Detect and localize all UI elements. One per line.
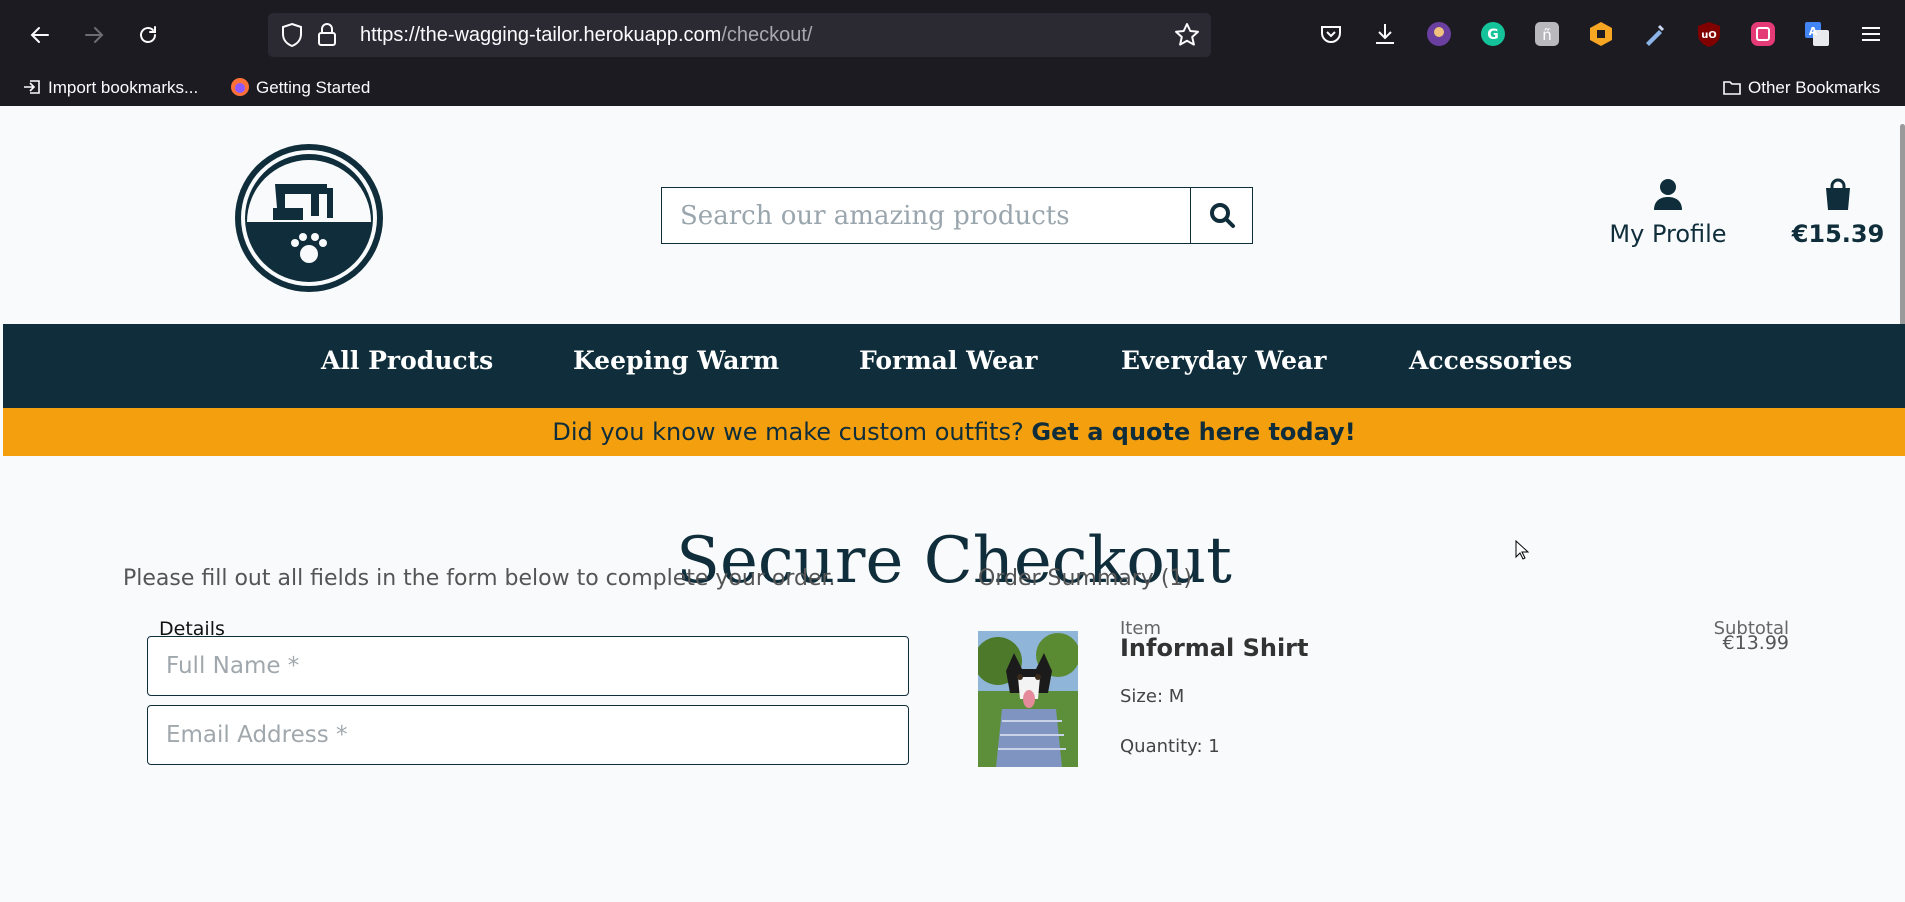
url-path: /checkout/	[721, 24, 813, 46]
quote-link[interactable]: Get a quote here today!	[1031, 418, 1355, 446]
search-button[interactable]	[1190, 188, 1252, 243]
svg-text:ñ: ñ	[1542, 26, 1552, 44]
full-name-input[interactable]	[148, 637, 908, 695]
arrow-left-icon	[30, 27, 49, 43]
product-search	[661, 187, 1253, 244]
forward-button[interactable]	[76, 17, 112, 53]
banner-text: Did you know we make custom outfits?	[552, 418, 1024, 446]
download-icon[interactable]	[1371, 20, 1399, 48]
grammarly-icon[interactable]: G	[1479, 20, 1507, 48]
mouse-cursor-icon	[1515, 540, 1529, 560]
pocket-icon[interactable]	[1317, 20, 1345, 48]
address-bar[interactable]: https://the-wagging-tailor.herokuapp.com…	[268, 13, 1211, 57]
custom-outfits-banner: Did you know we make custom outfits? Get…	[3, 408, 1905, 456]
product-size: Size: M	[1120, 686, 1185, 707]
product-thumbnail	[978, 631, 1078, 767]
orange-extension-icon[interactable]	[1587, 20, 1615, 48]
email-field	[147, 705, 909, 765]
product-subtotal: €13.99	[1722, 632, 1789, 654]
svg-text:uO: uO	[1701, 30, 1717, 41]
user-icon	[1654, 179, 1682, 210]
bookmarks-bar: Import bookmarks... Getting Started Othe…	[0, 70, 1905, 106]
shopping-bag-icon	[1826, 178, 1850, 210]
reload-icon	[140, 26, 156, 43]
firefox-icon	[231, 78, 249, 96]
email-input[interactable]	[148, 706, 908, 764]
nav-accessories[interactable]: Accessories	[1409, 346, 1572, 375]
url-text[interactable]: https://the-wagging-tailor.herokuapp.com…	[360, 24, 813, 47]
my-profile-label: My Profile	[1609, 220, 1727, 248]
menu-icon[interactable]	[1857, 20, 1885, 48]
other-bookmarks-label: Other Bookmarks	[1748, 78, 1881, 97]
back-button[interactable]	[22, 17, 58, 53]
getting-started-label: Getting Started	[256, 78, 371, 97]
bag-total: €15.39	[1791, 220, 1885, 248]
bookmark-star-icon[interactable]	[1173, 21, 1201, 49]
svg-text:G: G	[1487, 27, 1499, 43]
getting-started-link[interactable]: Getting Started	[230, 75, 370, 101]
nav-keeping-warm[interactable]: Keeping Warm	[573, 346, 779, 375]
site-logo[interactable]	[233, 142, 385, 294]
other-bookmarks-link[interactable]: Other Bookmarks	[1722, 75, 1880, 101]
nav-everyday-wear[interactable]: Everyday Wear	[1121, 346, 1326, 375]
arrow-right-icon	[85, 27, 104, 43]
reload-button[interactable]	[130, 17, 166, 53]
nav-all-products[interactable]: All Products	[321, 346, 493, 375]
browser-toolbar: https://the-wagging-tailor.herokuapp.com…	[0, 0, 1905, 70]
avatar-extension-icon[interactable]	[1425, 20, 1453, 48]
svg-text:A: A	[1809, 25, 1818, 38]
search-input[interactable]	[662, 188, 1188, 243]
import-bookmarks-label: Import bookmarks...	[48, 78, 199, 97]
checkout-intro: Please fill out all fields in the form b…	[123, 566, 836, 591]
eyedropper-icon[interactable]	[1641, 20, 1669, 48]
main-navigation: All Products Keeping Warm Formal Wear Ev…	[3, 324, 1905, 408]
search-icon	[1210, 203, 1235, 228]
nav-formal-wear[interactable]: Formal Wear	[859, 346, 1037, 375]
import-icon	[24, 80, 40, 94]
extension-gray-icon[interactable]: ñ	[1533, 20, 1561, 48]
translate-icon[interactable]: A	[1803, 20, 1831, 48]
shopping-bag-link[interactable]: €15.39	[1773, 178, 1903, 248]
product-quantity: Quantity: 1	[1120, 736, 1220, 757]
order-summary-title: Order Summary (1)	[978, 566, 1192, 591]
pink-extension-icon[interactable]	[1749, 20, 1777, 48]
product-name: Informal Shirt	[1120, 634, 1309, 662]
my-profile-link[interactable]: My Profile	[1603, 178, 1733, 248]
shield-icon[interactable]	[278, 21, 306, 49]
lock-icon[interactable]	[313, 21, 341, 49]
web-page: My Profile €15.39 All Products Keeping W…	[3, 106, 1905, 902]
import-bookmarks-link[interactable]: Import bookmarks...	[22, 75, 198, 101]
full-name-field	[147, 636, 909, 696]
ublock-icon[interactable]: uO	[1695, 20, 1723, 48]
url-host: https://the-wagging-tailor.herokuapp.com	[360, 24, 722, 46]
folder-icon	[1723, 81, 1741, 95]
